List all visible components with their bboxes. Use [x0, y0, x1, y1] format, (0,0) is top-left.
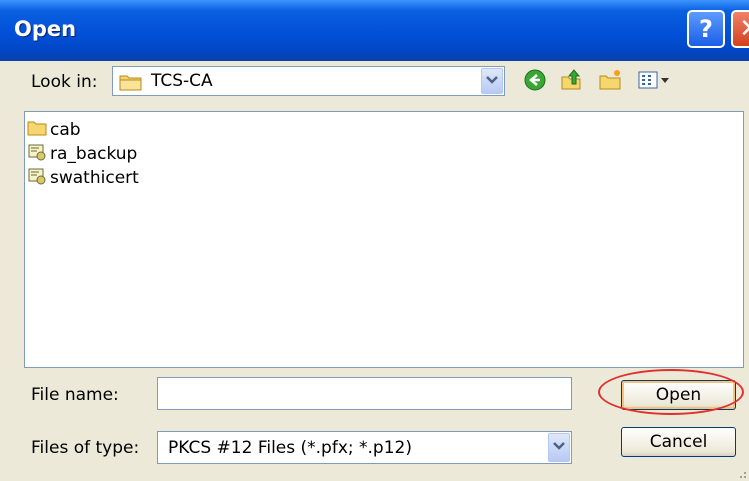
look-in-dropdown-button[interactable]: [481, 68, 503, 94]
help-icon: ?: [699, 15, 713, 43]
cancel-button[interactable]: Cancel: [621, 427, 736, 457]
file-type-label: Files of type:: [31, 438, 140, 458]
help-button[interactable]: ?: [687, 10, 725, 48]
file-item-label: swathicert: [50, 168, 139, 188]
look-in-value: TCS-CA: [151, 71, 213, 91]
chevron-down-icon: [486, 75, 498, 87]
file-name-label: File name:: [31, 385, 119, 405]
file-type-value: PKCS #12 Files (*.pfx; *.p12): [168, 437, 412, 458]
title-bar[interactable]: Open ? ✕: [0, 0, 749, 61]
file-type-dropdown-button[interactable]: [548, 433, 570, 462]
list-item[interactable]: ra_backup: [27, 143, 137, 165]
file-name-input[interactable]: [157, 377, 572, 410]
list-item[interactable]: swathicert: [27, 167, 139, 189]
certificate-file-icon: [27, 142, 47, 167]
file-list[interactable]: cab ra_backup swathicert: [24, 111, 744, 368]
folder-icon: [27, 119, 47, 142]
look-in-combo[interactable]: TCS-CA: [112, 66, 505, 96]
certificate-file-icon: [27, 166, 47, 191]
file-type-combo[interactable]: PKCS #12 Files (*.pfx; *.p12): [157, 431, 572, 464]
up-folder-icon[interactable]: [560, 68, 584, 92]
view-menu-icon[interactable]: [636, 68, 672, 92]
list-item[interactable]: cab: [27, 119, 81, 141]
open-button[interactable]: Open: [621, 380, 736, 410]
chevron-down-icon: [553, 442, 565, 453]
dialog-title: Open: [14, 17, 77, 41]
close-button[interactable]: ✕: [731, 10, 749, 48]
back-icon[interactable]: [523, 68, 547, 92]
close-icon: ✕: [739, 14, 749, 44]
open-dialog: Open ? ✕ Look in: TCS-CA: [0, 0, 749, 481]
look-in-label: Look in:: [31, 72, 98, 92]
new-folder-icon[interactable]: [598, 68, 622, 92]
folder-icon: [119, 72, 143, 97]
resize-grip-icon[interactable]: [737, 469, 747, 479]
file-item-label: ra_backup: [50, 144, 138, 164]
file-item-label: cab: [50, 120, 81, 140]
